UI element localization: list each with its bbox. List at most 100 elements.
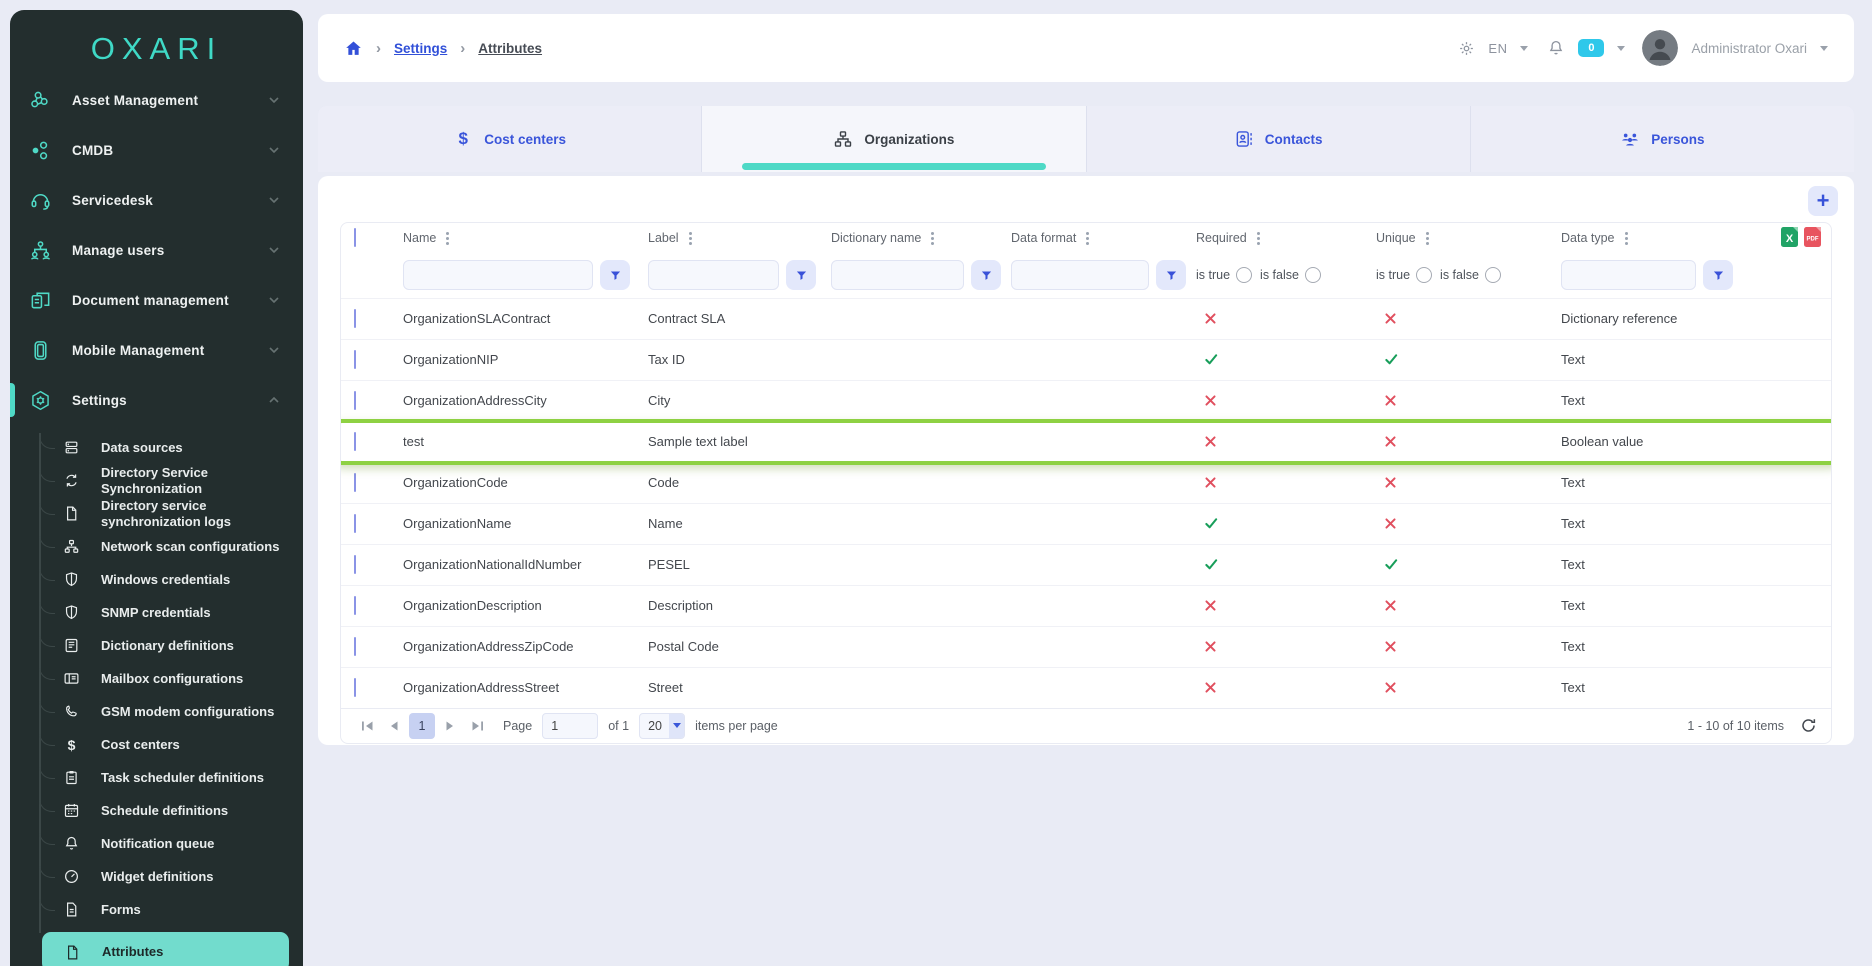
filter-funnel-icon[interactable] [600,260,630,290]
required-false-radio[interactable] [1305,267,1321,283]
row-checkbox[interactable] [354,473,356,492]
items-per-page-select[interactable]: 20 [639,713,685,739]
current-page-button[interactable]: 1 [409,713,435,739]
row-checkbox[interactable] [354,596,356,615]
sidebar-subitem[interactable]: Network scan configurations [10,530,303,563]
tab[interactable]: $ Cost centers [318,106,701,172]
tab[interactable]: Organizations [702,106,1085,172]
table-row[interactable]: OrganizationAddressZipCode Postal Code T… [341,626,1831,667]
tab[interactable]: Contacts [1087,106,1470,172]
contact-card-icon [1234,129,1254,149]
breadcrumb-attributes[interactable]: Attributes [478,41,542,56]
table-row[interactable]: OrganizationSLAContract Contract SLA Dic… [341,298,1831,339]
column-menu-icon[interactable] [689,237,692,240]
table-row[interactable]: OrganizationAddressCity City Text [341,380,1831,421]
column-menu-icon[interactable] [1086,237,1089,240]
row-checkbox[interactable] [354,432,356,451]
unique-false-radio[interactable] [1485,267,1501,283]
sidebar-subitem[interactable]: GSM modem configurations [10,695,303,728]
row-checkbox[interactable] [354,678,356,697]
export-excel-icon[interactable]: X [1781,227,1798,247]
row-checkbox[interactable] [354,391,356,410]
chevron-down-icon[interactable] [1820,46,1828,51]
gear-icon[interactable] [1458,40,1475,57]
sidebar-subitem[interactable]: Data sources [10,431,303,464]
table-row[interactable]: OrganizationAddressStreet Street Text [341,667,1831,708]
sidebar-item[interactable]: Mobile Management [10,325,303,375]
table-row[interactable]: OrganizationNationalIdNumber PESEL Text [341,544,1831,585]
tab[interactable]: Persons [1471,106,1854,172]
sidebar-item[interactable]: Settings [10,375,303,425]
refresh-icon[interactable] [1800,717,1817,734]
sidebar-subitem[interactable]: Directory service synchronization logs [10,497,303,530]
sidebar-subitem[interactable]: Forms [10,893,303,926]
table-row[interactable]: OrganizationCode Code Text [341,462,1831,503]
table-row[interactable]: test Sample text label Boolean value [341,421,1831,462]
data-format-filter-input[interactable] [1011,260,1149,290]
last-page-icon[interactable] [465,713,489,739]
chevron-down-icon[interactable] [1617,46,1625,51]
sidebar-subitem[interactable]: Dictionary definitions [10,629,303,662]
page-number-input[interactable] [542,713,598,739]
row-checkbox[interactable] [354,637,356,656]
sidebar-subitem[interactable]: $ Cost centers [10,728,303,761]
filter-funnel-icon[interactable] [971,260,1001,290]
first-page-icon[interactable] [355,713,379,739]
row-checkbox[interactable] [354,309,356,328]
sidebar-item[interactable]: Document management [10,275,303,325]
column-menu-icon[interactable] [931,237,934,240]
next-page-icon[interactable] [438,713,462,739]
sidebar-subitem[interactable]: Widget definitions [10,860,303,893]
required-true-radio[interactable] [1236,267,1252,283]
bell-icon[interactable] [1547,39,1565,57]
tab-label: Cost centers [484,132,566,147]
sidebar-subitem[interactable]: Schedule definitions [10,794,303,827]
cell-data-type: Text [1561,557,1831,572]
column-menu-icon[interactable] [446,237,449,240]
row-checkbox[interactable] [354,514,356,533]
sidebar-item[interactable]: Asset Management [10,75,303,125]
filter-funnel-icon[interactable] [786,260,816,290]
cell-data-type: Text [1561,516,1831,531]
dictionary-name-filter-input[interactable] [831,260,964,290]
table-row[interactable]: OrganizationDescription Description Text [341,585,1831,626]
sidebar-item-label: Settings [72,393,127,408]
column-menu-icon[interactable] [1625,237,1628,240]
row-checkbox[interactable] [354,555,356,574]
filter-funnel-icon[interactable] [1156,260,1186,290]
sidebar-subitem[interactable]: Notification queue [10,827,303,860]
table-row[interactable]: OrganizationName Name Text [341,503,1831,544]
export-buttons: X PDF [1781,227,1821,247]
unique-true-radio[interactable] [1416,267,1432,283]
language-selector[interactable]: EN [1488,41,1507,56]
column-menu-icon[interactable] [1257,237,1260,240]
breadcrumb-settings[interactable]: Settings [394,41,447,56]
filter-funnel-icon[interactable] [1703,260,1733,290]
label-filter-input[interactable] [648,260,779,290]
chevron-down-icon[interactable] [1520,46,1528,51]
sidebar-subitem[interactable]: Directory Service Synchronization [10,464,303,497]
export-pdf-icon[interactable]: PDF [1804,227,1821,247]
sidebar-item[interactable]: Manage users [10,225,303,275]
sidebar-subitem[interactable]: Task scheduler definitions [10,761,303,794]
sidebar: OXARI Asset Management CMDB Servic [10,10,303,966]
sidebar-item[interactable]: CMDB [10,125,303,175]
cell-label: Contract SLA [648,311,831,326]
home-icon[interactable] [344,39,363,58]
row-checkbox[interactable] [354,350,356,369]
sidebar-subitem[interactable]: Windows credentials [10,563,303,596]
avatar[interactable] [1642,30,1678,66]
add-attribute-button[interactable]: + [1808,186,1838,216]
data-type-filter-input[interactable] [1561,260,1696,290]
sidebar-item[interactable]: Servicedesk [10,175,303,225]
sidebar-subitem[interactable]: SNMP credentials [10,596,303,629]
table-row[interactable]: OrganizationNIP Tax ID Text [341,339,1831,380]
column-menu-icon[interactable] [1426,237,1429,240]
previous-page-icon[interactable] [382,713,406,739]
select-all-checkbox[interactable] [354,228,356,247]
sidebar-subitem[interactable]: Attributes [42,932,289,966]
name-filter-input[interactable] [403,260,593,290]
sidebar-subitem[interactable]: Mailbox configurations [10,662,303,695]
user-name[interactable]: Administrator Oxari [1691,41,1807,56]
required-filter: is true is false [1196,267,1321,283]
